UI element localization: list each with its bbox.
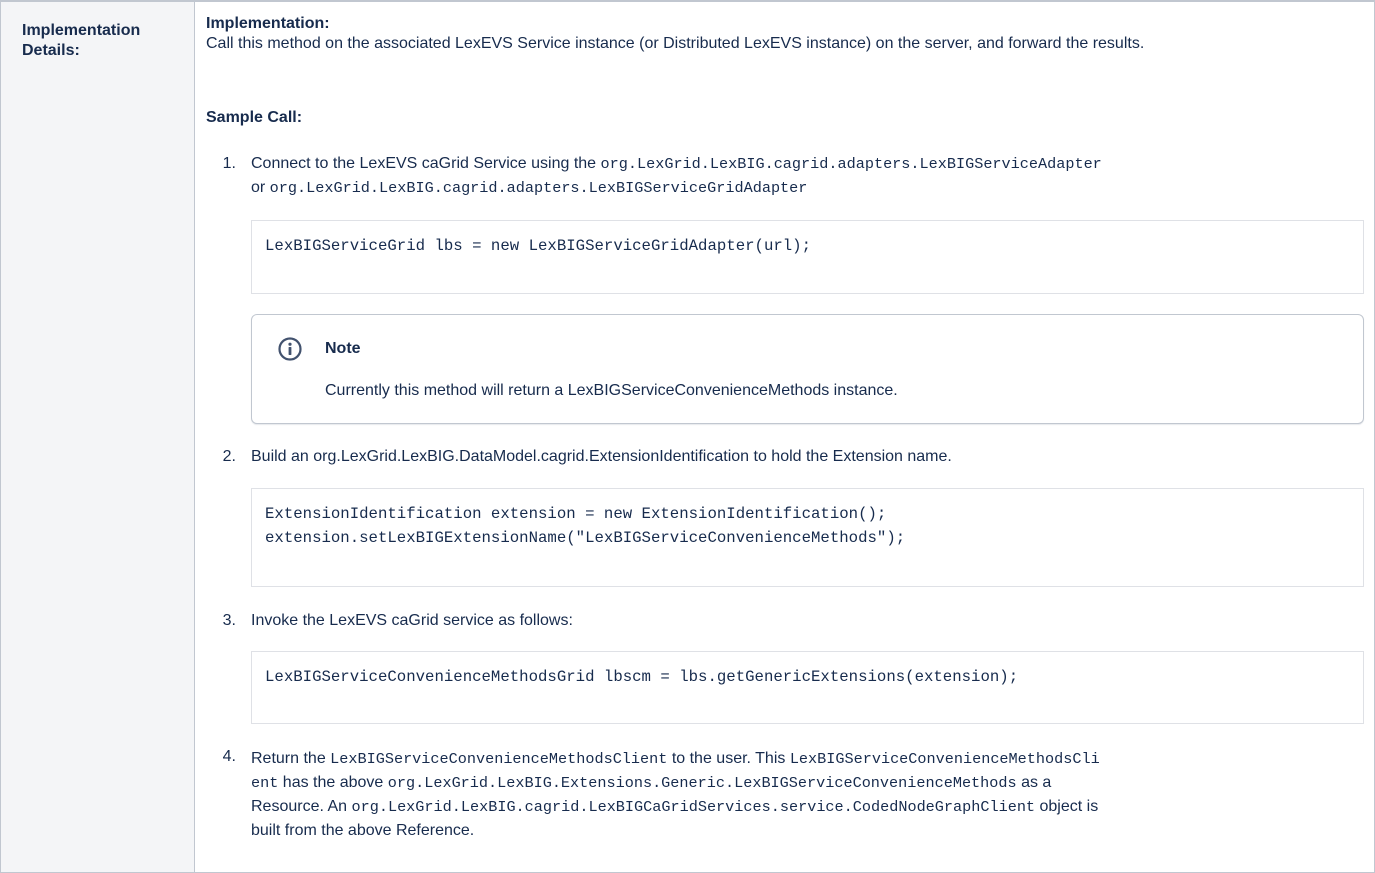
- step-1-text: Connect to the LexEVS caGrid Service usi…: [251, 155, 1102, 173]
- step-number: 4.: [222, 748, 236, 765]
- code-line: LexBIGServiceGrid lbs = new LexBIGServic…: [265, 237, 812, 255]
- sample-call-heading: Sample Call:: [206, 109, 303, 126]
- code-block: ExtensionIdentification extension = new …: [251, 488, 1364, 587]
- table-header-cell: Implementation Details:: [0, 0, 195, 873]
- step-4-line-4: built from the above Reference.: [251, 822, 475, 839]
- info-icon: [278, 337, 302, 361]
- header-cell-label: Implementation Details:: [22, 22, 141, 59]
- implementation-text: Call this method on the associated LexEV…: [206, 35, 1145, 52]
- note-panel: Note Currently this method will return a…: [251, 314, 1364, 424]
- step-number: 2.: [222, 448, 236, 465]
- inline-code: org.LexGrid.LexBIG.cagrid.adapters.LexBI…: [269, 179, 808, 197]
- step-number: 3.: [222, 612, 236, 629]
- step-4-line-2: ent has the above org.LexGrid.LexBIG.Ext…: [251, 774, 1052, 792]
- implementation-table: Implementation Details: Implementation: …: [0, 0, 1375, 873]
- code-line: ExtensionIdentification extension = new …: [265, 505, 906, 547]
- code-line: LexBIGServiceConvenienceMethodsGrid lbsc…: [265, 668, 1019, 686]
- note-text: Currently this method will return a LexB…: [325, 382, 898, 399]
- implementation-heading: Implementation:: [206, 15, 330, 32]
- table-data-cell: [195, 0, 1375, 873]
- step-1-text-cont: or org.LexGrid.LexBIG.cagrid.adapters.Le…: [251, 179, 808, 197]
- code-block: LexBIGServiceGrid lbs = new LexBIGServic…: [251, 220, 1364, 294]
- note-title: Note: [325, 340, 361, 357]
- step-3-text: Invoke the LexEVS caGrid service as foll…: [251, 612, 573, 629]
- step-number: 1.: [222, 155, 236, 172]
- inline-code: org.LexGrid.LexBIG.cagrid.adapters.LexBI…: [600, 155, 1102, 173]
- code-block: LexBIGServiceConvenienceMethodsGrid lbsc…: [251, 651, 1364, 724]
- step-2-text: Build an org.LexGrid.LexBIG.DataModel.ca…: [251, 448, 952, 465]
- step-4-line-1: Return the LexBIGServiceConvenienceMetho…: [251, 750, 1100, 768]
- step-4-line-3: Resource. An org.LexGrid.LexBIG.cagrid.L…: [251, 798, 1099, 816]
